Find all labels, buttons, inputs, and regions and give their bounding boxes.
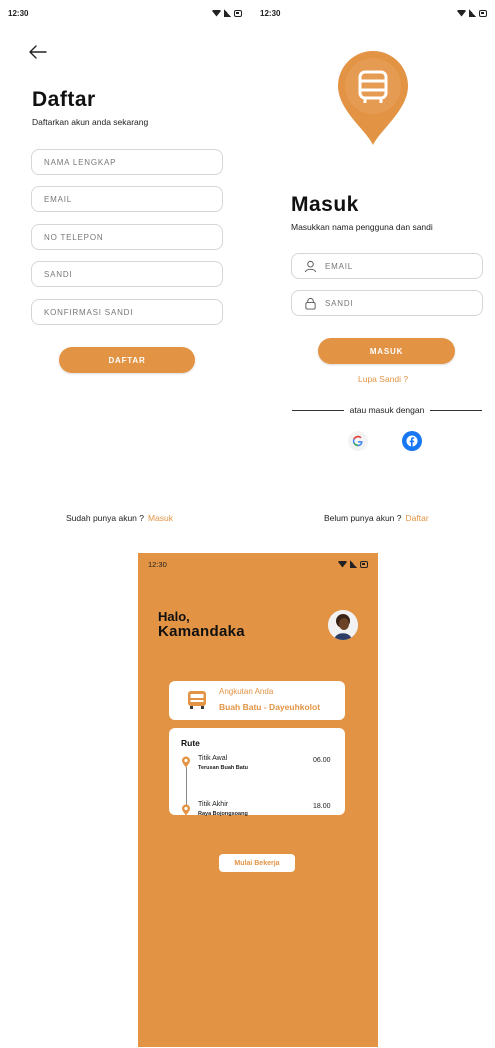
back-arrow-icon[interactable] bbox=[28, 44, 48, 60]
bus-pin-logo-icon bbox=[338, 51, 408, 145]
login-button[interactable]: MASUK bbox=[318, 338, 455, 364]
page-title: Masuk bbox=[291, 193, 359, 216]
status-icons bbox=[457, 9, 487, 17]
status-icons bbox=[212, 9, 242, 17]
battery-icon bbox=[234, 9, 242, 17]
password-input[interactable]: SANDI bbox=[31, 261, 223, 287]
signal-icon bbox=[469, 9, 476, 17]
status-time: 12:30 bbox=[260, 9, 281, 18]
divider-line-left bbox=[292, 409, 344, 411]
divider-text: atau masuk dengan bbox=[349, 405, 425, 415]
password-placeholder: SANDI bbox=[325, 298, 354, 308]
greeting-line1: Halo, bbox=[158, 609, 190, 624]
register-prompt: Belum punya akun ? Daftar bbox=[324, 513, 429, 523]
vehicle-route: Buah Batu - Dayeuhkolot bbox=[219, 702, 321, 712]
register-button[interactable]: DAFTAR bbox=[59, 347, 195, 373]
wifi-icon bbox=[457, 9, 466, 17]
login-screen: 12:30 Masuk Masukkan nama pengguna dan s… bbox=[252, 0, 495, 540]
google-login-button[interactable] bbox=[348, 431, 368, 451]
status-bar: 12:30 bbox=[138, 560, 378, 572]
user-name: Kamandaka bbox=[158, 623, 245, 640]
status-time: 12:30 bbox=[8, 9, 29, 18]
start-stop-time: 06.00 bbox=[313, 757, 331, 764]
login-link[interactable]: Masuk bbox=[148, 513, 173, 523]
start-work-button[interactable]: Mulai Bekerja bbox=[219, 854, 295, 872]
vehicle-label: Angkutan Anda bbox=[219, 687, 274, 696]
confirm-password-input[interactable]: KONFIRMASI SANDI bbox=[31, 299, 223, 325]
avatar[interactable] bbox=[328, 610, 358, 640]
email-input[interactable]: EMAIL bbox=[31, 186, 223, 212]
signal-icon bbox=[350, 560, 357, 568]
battery-icon bbox=[479, 9, 487, 17]
register-prompt-text: Belum punya akun ? bbox=[324, 513, 402, 523]
email-input[interactable]: EMAIL bbox=[291, 253, 483, 279]
full-name-input[interactable]: NAMA LENGKAP bbox=[31, 149, 223, 175]
status-icons bbox=[338, 560, 368, 568]
facebook-icon bbox=[406, 435, 418, 447]
login-prompt: Sudah punya akun ? Masuk bbox=[66, 513, 173, 523]
route-card: Rute Titik Awal Terusan Buah Batu 06.00 … bbox=[169, 728, 345, 817]
divider: atau masuk dengan bbox=[292, 404, 483, 416]
page-title: Daftar bbox=[32, 88, 96, 111]
wifi-icon bbox=[212, 9, 221, 17]
divider-line-right bbox=[430, 409, 483, 411]
status-bar: 12:30 bbox=[252, 9, 495, 21]
email-placeholder: EMAIL bbox=[325, 261, 354, 271]
page-subtitle: Masukkan nama pengguna dan sandi bbox=[291, 222, 433, 232]
login-prompt-text: Sudah punya akun ? bbox=[66, 513, 144, 523]
wifi-icon bbox=[338, 560, 347, 568]
battery-icon bbox=[360, 560, 368, 568]
home-screen: 12:30 Halo, Kamandaka Angkutan Anda Buah… bbox=[138, 553, 378, 1047]
bus-icon bbox=[188, 691, 206, 709]
signal-icon bbox=[224, 9, 231, 17]
vehicle-card[interactable]: Angkutan Anda Buah Batu - Dayeuhkolot bbox=[169, 681, 345, 720]
register-screen: 12:30 Daftar Daftarkan akun anda sekaran… bbox=[0, 0, 250, 540]
user-icon bbox=[304, 260, 317, 272]
phone-input[interactable]: NO TELEPON bbox=[31, 224, 223, 250]
lock-icon bbox=[305, 297, 316, 310]
end-stop-time: 18.00 bbox=[313, 803, 331, 810]
start-stop-name: Titik Awal bbox=[198, 755, 228, 762]
forgot-password-link[interactable]: Lupa Sandi ? bbox=[358, 374, 408, 384]
status-bar: 12:30 bbox=[0, 9, 250, 21]
page-subtitle: Daftarkan akun anda sekarang bbox=[32, 117, 149, 127]
route-title: Rute bbox=[181, 738, 200, 748]
start-stop-detail: Terusan Buah Batu bbox=[198, 765, 249, 771]
password-input[interactable]: SANDI bbox=[291, 290, 483, 316]
end-stop-name: Titik Akhir bbox=[198, 801, 229, 808]
end-stop-detail: Raya Bojongsoang bbox=[198, 811, 248, 817]
register-link[interactable]: Daftar bbox=[406, 513, 429, 523]
avatar-portrait-icon bbox=[328, 610, 358, 640]
facebook-login-button[interactable] bbox=[402, 431, 422, 451]
end-pin-icon bbox=[182, 804, 190, 816]
google-icon bbox=[352, 435, 363, 447]
start-pin-icon bbox=[182, 756, 190, 768]
status-time: 12:30 bbox=[148, 560, 167, 569]
